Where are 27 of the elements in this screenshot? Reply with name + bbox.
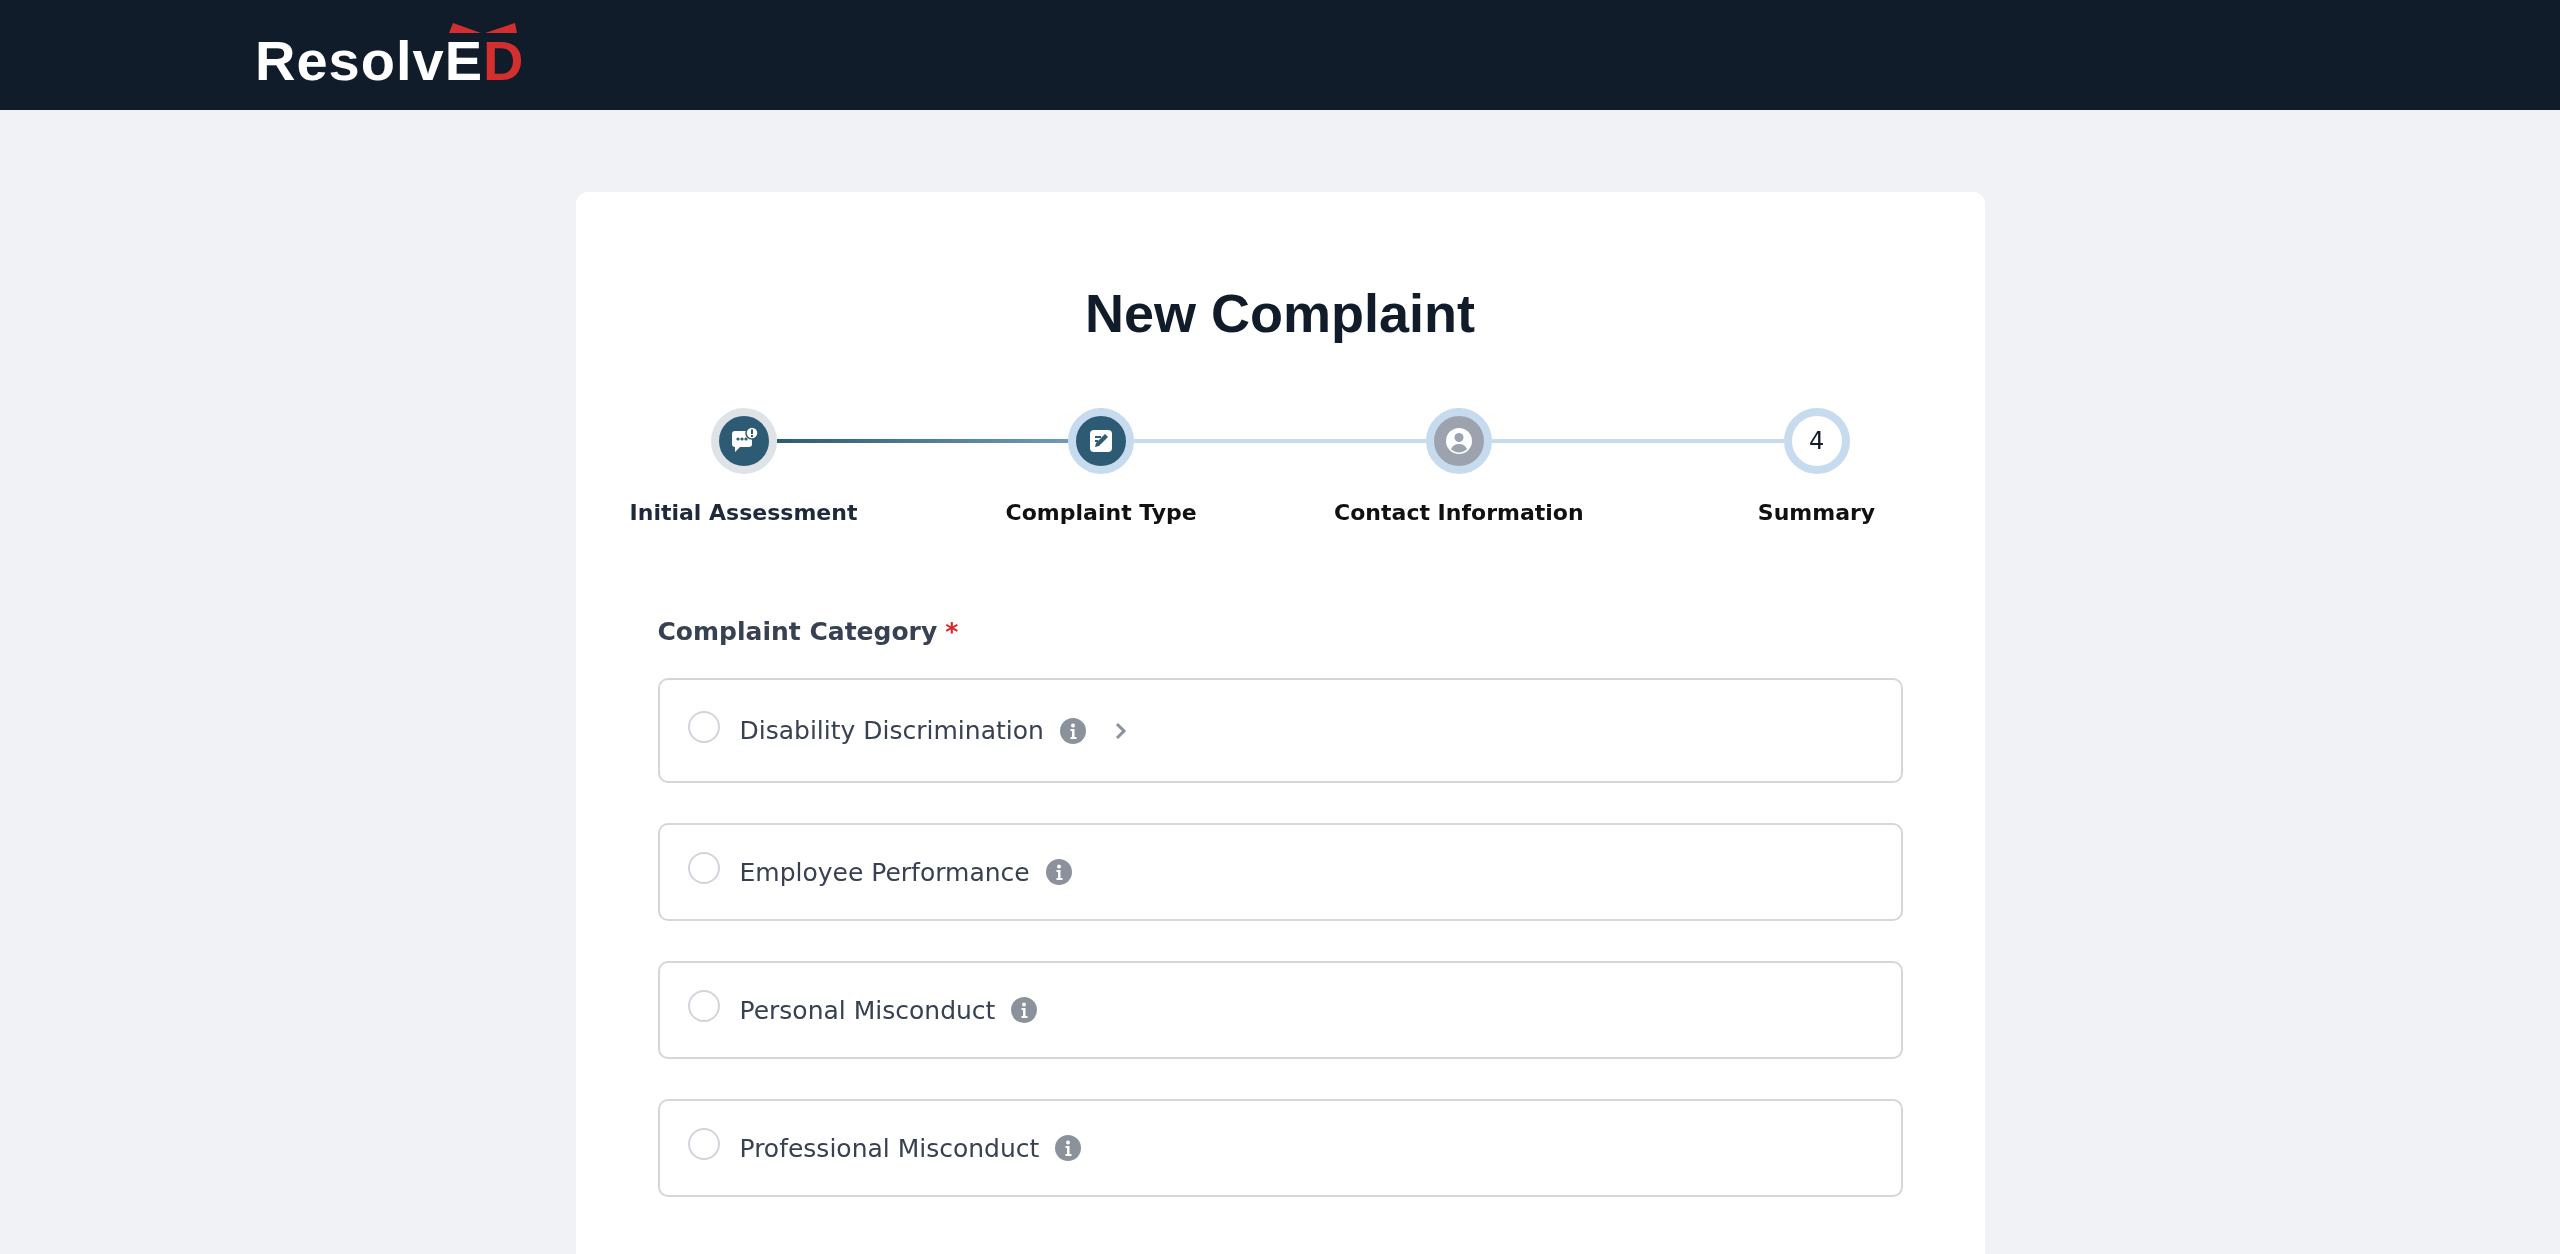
resolved-logo[interactable]: ResolvED [255, 21, 525, 89]
page-title: New Complaint [1084, 283, 1476, 343]
category-option[interactable]: Disability Discrimination [657, 678, 1903, 783]
category-option[interactable]: Personal Misconduct [657, 961, 1903, 1059]
radio-button[interactable] [687, 1128, 720, 1160]
option-label: Personal Misconduct [739, 995, 996, 1025]
step-label: Summary [1757, 499, 1876, 527]
option-label: Professional Misconduct [739, 1133, 1040, 1163]
category-option[interactable]: Employee Performance [657, 823, 1903, 921]
info-icon[interactable] [1055, 1135, 1082, 1161]
radio-button[interactable] [687, 990, 720, 1022]
info-icon[interactable] [1045, 859, 1072, 885]
option-label: Disability Discrimination [739, 716, 1044, 745]
step-label: Initial Assessment [629, 499, 858, 527]
category-option[interactable]: Professional Misconduct [657, 1099, 1903, 1197]
option-label: Employee Performance [739, 857, 1030, 887]
field-label: Complaint Category [657, 617, 938, 646]
step-label: Contact Information [1334, 499, 1584, 527]
info-icon[interactable] [1011, 997, 1038, 1023]
radio-button[interactable] [687, 710, 720, 743]
radio-button[interactable] [687, 852, 720, 884]
chevron-right-icon[interactable] [1113, 720, 1128, 741]
user-icon [1443, 426, 1474, 456]
step-indicator[interactable]: 4 [1783, 408, 1850, 474]
info-icon[interactable] [1059, 717, 1086, 744]
required-asterisk: * [945, 617, 959, 646]
step-label: Complaint Type [1005, 499, 1197, 527]
